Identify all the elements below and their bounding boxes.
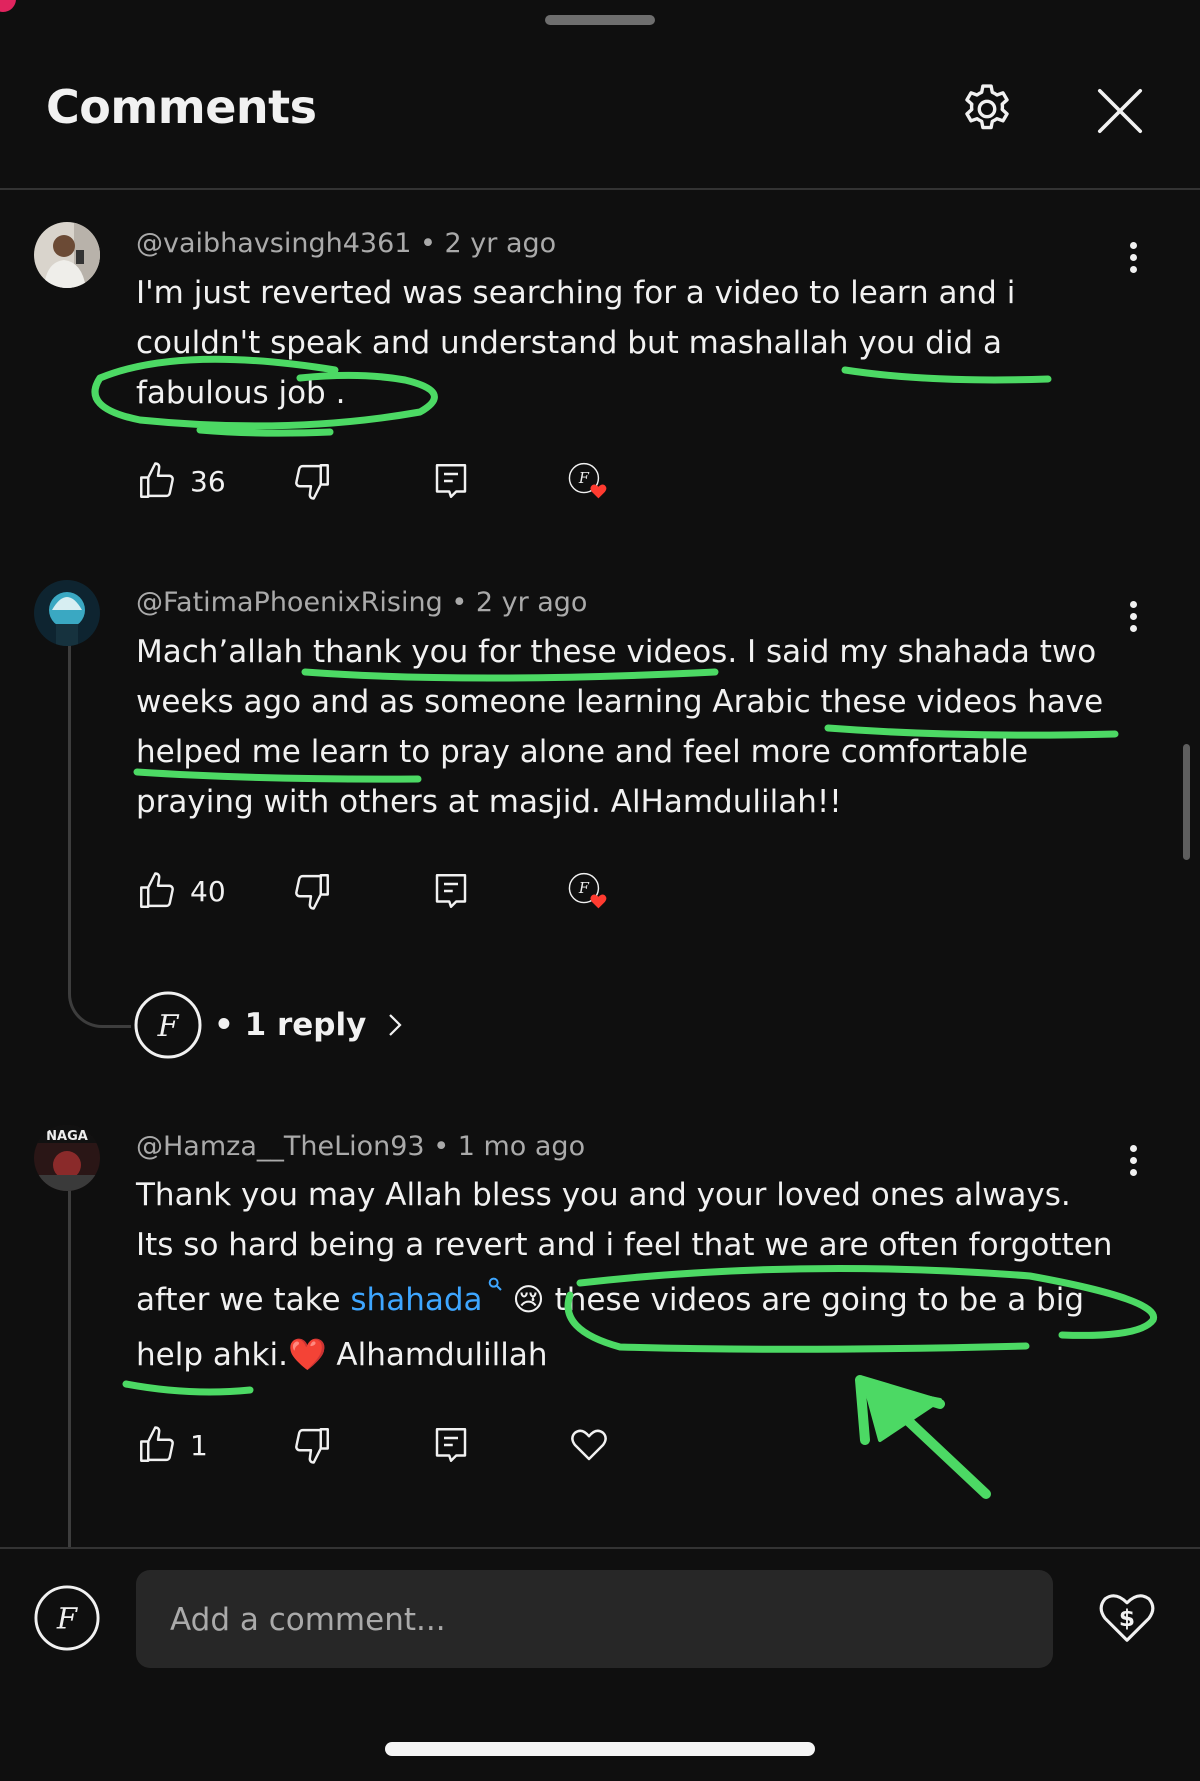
thumbs-down-icon [295, 464, 329, 500]
comment-text: Mach’allah thank you for these videos. I… [136, 634, 1104, 820]
drag-handle[interactable] [545, 15, 655, 25]
like-button[interactable]: 1 [136, 1420, 208, 1470]
view-replies-button[interactable]: F • 1 reply [134, 990, 410, 1060]
reply-button[interactable] [430, 1420, 472, 1470]
gear-icon[interactable] [958, 80, 1016, 138]
thread-line [68, 1185, 71, 1547]
dislike-button[interactable] [291, 456, 333, 506]
comment-actions: 36 F [136, 456, 656, 506]
comment-text: I'm just reverted was searching for a vi… [136, 275, 1016, 411]
comment-time: 2 yr ago [444, 228, 557, 259]
dislike-button[interactable] [291, 866, 333, 916]
comment-actions: 40 F [136, 866, 656, 916]
reply-count: 1 reply [244, 1007, 367, 1043]
avatar[interactable] [34, 222, 100, 288]
comment-text: Thank you may Allah bless you and your l… [136, 1177, 1113, 1373]
like-count: 1 [190, 1428, 208, 1462]
home-indicator [385, 1742, 815, 1756]
close-icon[interactable] [1093, 84, 1147, 138]
thumbs-down-icon [295, 1428, 329, 1464]
user-avatar[interactable]: F [34, 1585, 100, 1651]
svg-text:F: F [157, 1009, 180, 1044]
hashtag-link[interactable]: shahada [350, 1282, 482, 1318]
dislike-button[interactable] [291, 1420, 333, 1470]
thumbs-up-icon [140, 1426, 174, 1462]
thumbs-up-icon [140, 872, 174, 908]
reply-icon [435, 1428, 467, 1462]
like-count: 36 [190, 464, 226, 498]
add-comment-input[interactable] [168, 1570, 1022, 1670]
heart-outline-icon [571, 1429, 607, 1461]
svg-text:F: F [56, 1602, 79, 1636]
comment-meta: @FatimaPhoenixRising • 2 yr ago [136, 587, 588, 618]
svg-text:NAGA: NAGA [46, 1129, 88, 1144]
reply-icon [435, 874, 467, 908]
thumbs-up-icon [140, 462, 174, 498]
creator-avatar: F [134, 991, 202, 1059]
thread-curve [68, 985, 131, 1028]
svg-text:F: F [578, 471, 590, 487]
comment-actions: 1 [136, 1420, 656, 1470]
avatar[interactable]: NAGA [34, 1125, 100, 1191]
reply-icon [435, 464, 467, 498]
comment-composer[interactable] [136, 1570, 1053, 1670]
like-count: 40 [190, 874, 226, 908]
comment-meta: @vaibhavsingh4361 • 2 yr ago [136, 228, 557, 259]
creator-heart-badge: F [568, 456, 610, 506]
reply-button[interactable] [430, 456, 472, 506]
composer-divider [0, 1547, 1200, 1549]
like-button[interactable]: 36 [136, 456, 226, 506]
heart-button[interactable] [568, 1420, 610, 1470]
scrollbar[interactable] [1183, 744, 1190, 860]
comment-author[interactable]: @Hamza__TheLion93 [136, 1131, 425, 1162]
svg-text:F: F [578, 881, 590, 897]
thread-line [68, 640, 71, 985]
creator-heart-badge: F [568, 866, 610, 916]
avatar[interactable] [34, 580, 100, 646]
chevron-right-icon [389, 1014, 402, 1036]
panel-title: Comments [46, 80, 317, 134]
comments-header: Comments [0, 0, 1200, 190]
search-icon [488, 1277, 502, 1291]
comment-author[interactable]: @vaibhavsingh4361 [136, 228, 411, 259]
super-thanks-icon[interactable]: $ [1096, 1586, 1158, 1648]
comment-author[interactable]: @FatimaPhoenixRising [136, 587, 443, 618]
reply-button[interactable] [430, 866, 472, 916]
svg-text:$: $ [1119, 1605, 1135, 1632]
thumbs-down-icon [295, 874, 329, 910]
like-button[interactable]: 40 [136, 866, 226, 916]
comment-time: 2 yr ago [475, 587, 588, 618]
comment-meta: @Hamza__TheLion93 • 1 mo ago [136, 1131, 586, 1162]
comment-time: 1 mo ago [457, 1131, 586, 1162]
